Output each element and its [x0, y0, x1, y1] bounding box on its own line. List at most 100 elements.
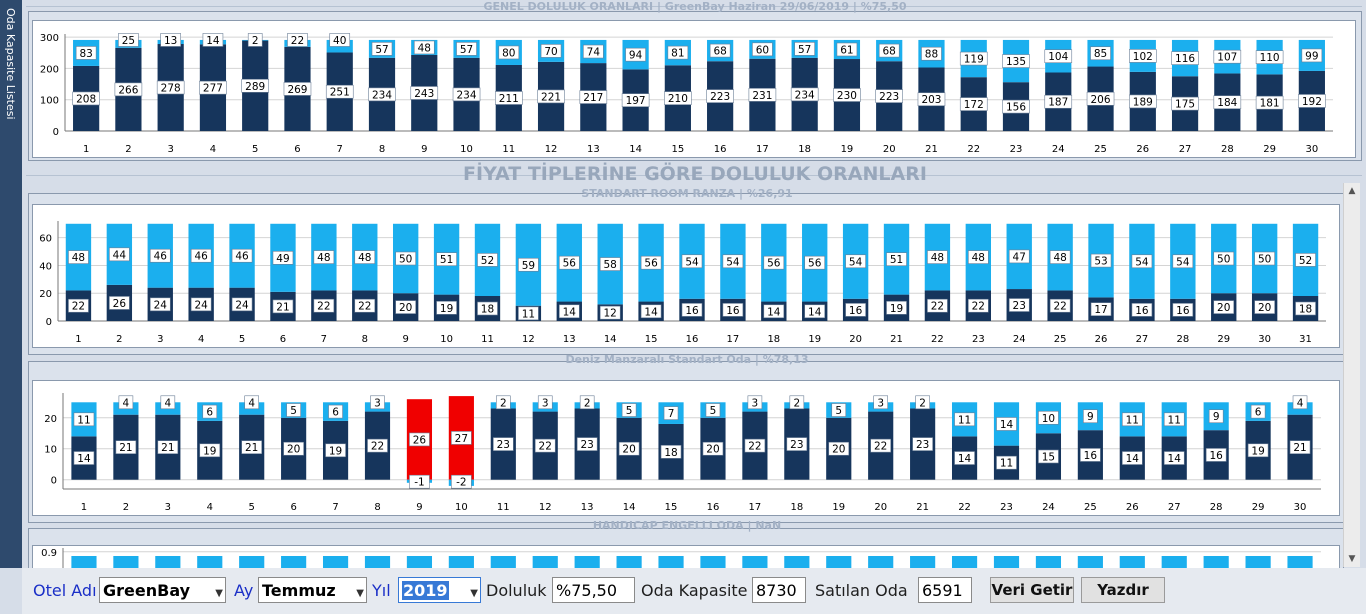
x-tick-label: 19	[808, 334, 821, 345]
x-tick-label: 5	[249, 502, 255, 513]
value-label-free: 5	[710, 405, 717, 417]
value-label-sold: 203	[921, 94, 941, 106]
y-tick-label: 0.9	[41, 548, 57, 559]
scroll-up-icon[interactable]: ▲	[1344, 183, 1360, 199]
x-tick-label: 21	[916, 502, 929, 513]
yil-select[interactable]: 2019 ▼	[398, 577, 481, 603]
value-label-free: 50	[1217, 254, 1230, 266]
x-tick-label: 24	[1042, 502, 1055, 513]
x-tick-label: 26	[1136, 144, 1149, 155]
value-label-sold: 234	[795, 89, 815, 101]
x-tick-label: 20	[874, 502, 887, 513]
value-label-free: 2	[919, 397, 926, 409]
x-tick-label: 9	[402, 334, 408, 345]
x-tick-label: 4	[210, 144, 216, 155]
genel-doluluk-title: GENEL DOLULUK ORANLARI | GreenBay Hazira…	[483, 0, 907, 13]
x-tick-label: 16	[686, 334, 699, 345]
x-tick-label: 5	[239, 334, 245, 345]
value-label-free: 22	[291, 35, 304, 47]
value-label-free: 3	[542, 397, 549, 409]
value-label-sold: 11	[1000, 458, 1013, 470]
filter-toolbar: Otel Adı GreenBay ▼ Ay Temmuz ▼ Yıl 2019…	[22, 568, 1366, 614]
sidebar-tab-oda-kapasite[interactable]: Oda Kapasite Listesi	[0, 0, 22, 568]
ay-label: Ay	[234, 581, 254, 600]
value-label-free: 51	[890, 254, 903, 266]
value-label-free: 59	[522, 260, 535, 272]
value-label-sold: 175	[1175, 99, 1195, 111]
otel-adi-select[interactable]: GreenBay ▼	[99, 577, 226, 603]
x-tick-label: 19	[841, 144, 854, 155]
x-tick-label: 17	[749, 502, 762, 513]
value-label-free: 68	[883, 46, 896, 58]
satilan-oda-label: Satılan Oda	[815, 581, 908, 600]
value-label-sold: 277	[203, 83, 223, 95]
value-label-sold: 14	[958, 453, 972, 465]
value-label-sold: 19	[1251, 445, 1264, 457]
x-tick-label: 6	[290, 502, 296, 513]
yazdir-button[interactable]: Yazdır	[1081, 577, 1165, 603]
x-tick-label: 1	[75, 334, 81, 345]
value-label-sold: 23	[790, 439, 803, 451]
value-label-sold: 206	[1091, 94, 1111, 106]
value-label-free: 4	[1297, 397, 1304, 409]
y-tick-label: 0	[53, 127, 59, 138]
value-label-sold: 223	[710, 91, 730, 103]
value-label-sold: 211	[499, 93, 519, 105]
value-label-free: 5	[626, 405, 633, 417]
value-label-sold: 24	[154, 299, 168, 311]
standart-room-ranza-chart: 0 20 40 60 1 22 48 2 26 44 3 24 46 4 24 46 5 24 46 6 21 49 7 22…	[32, 204, 1340, 348]
value-label-free: 14	[1000, 419, 1014, 431]
x-tick-label: 25	[1054, 334, 1067, 345]
x-tick-label: 17	[727, 334, 740, 345]
doluluk-field[interactable]: %75,50	[552, 577, 635, 603]
deniz-manzarali-chart: 0 10 20 1 14 11 2 21 4 3 21 4 4 19 6 5 21 4 6 20 5 7 19 6 8 22 3 9 2…	[32, 380, 1340, 516]
x-tick-label: 11	[502, 144, 515, 155]
x-tick-label: 15	[671, 144, 684, 155]
value-label-sold: 21	[119, 442, 132, 454]
value-label-free: 88	[925, 49, 938, 61]
value-label-free: 102	[1133, 51, 1153, 63]
satilan-oda-field[interactable]: 6591	[918, 577, 972, 603]
value-label-free: 46	[154, 251, 168, 263]
value-label-sold: 22	[1053, 301, 1066, 313]
value-label-free: 2	[793, 397, 800, 409]
ay-select[interactable]: Temmuz ▼	[258, 577, 367, 603]
oda-kapasite-field[interactable]: 8730	[752, 577, 806, 603]
value-label-free: 54	[1176, 256, 1190, 268]
x-tick-label: 29	[1217, 334, 1230, 345]
value-label-sold: 16	[685, 305, 699, 317]
x-tick-label: 18	[798, 144, 811, 155]
x-tick-label: 26	[1095, 334, 1108, 345]
handicap-title: HANDICAP ENGELLI ODA | NaN	[592, 519, 782, 532]
value-label-sold: 22	[539, 441, 552, 453]
x-tick-label: 25	[1094, 144, 1107, 155]
value-label-sold: 22	[931, 301, 944, 313]
value-label-sold: 22	[748, 441, 761, 453]
y-tick-label: 40	[39, 261, 52, 272]
x-tick-label: 8	[379, 144, 385, 155]
value-label-free: 52	[1299, 255, 1312, 267]
value-label-sold: 22	[72, 301, 85, 313]
x-tick-label: 14	[604, 334, 617, 345]
veri-getir-button[interactable]: Veri Getir	[990, 577, 1074, 603]
x-tick-label: 18	[790, 502, 803, 513]
value-label-sold: 269	[287, 84, 307, 96]
y-tick-label: 60	[39, 234, 52, 245]
scroll-down-icon[interactable]: ▼	[1344, 551, 1360, 567]
x-tick-label: 17	[756, 144, 769, 155]
value-label-sold: 210	[668, 93, 688, 105]
x-tick-label: 28	[1176, 334, 1189, 345]
ay-value: Temmuz	[262, 581, 336, 600]
value-label-free: 54	[726, 256, 740, 268]
value-label-free: 3	[877, 397, 884, 409]
x-tick-label: 12	[539, 502, 552, 513]
value-label-free: 4	[248, 397, 255, 409]
value-label-sold: 20	[706, 444, 719, 456]
x-tick-label: 18	[767, 334, 780, 345]
value-label-free: 9	[1087, 411, 1094, 423]
x-tick-label: 23	[972, 334, 985, 345]
value-label-free: 5	[290, 405, 297, 417]
value-label-sold: 23	[497, 439, 510, 451]
vertical-scrollbar[interactable]: ▲ ▼	[1343, 183, 1360, 567]
value-label-sold: 14	[767, 306, 781, 318]
